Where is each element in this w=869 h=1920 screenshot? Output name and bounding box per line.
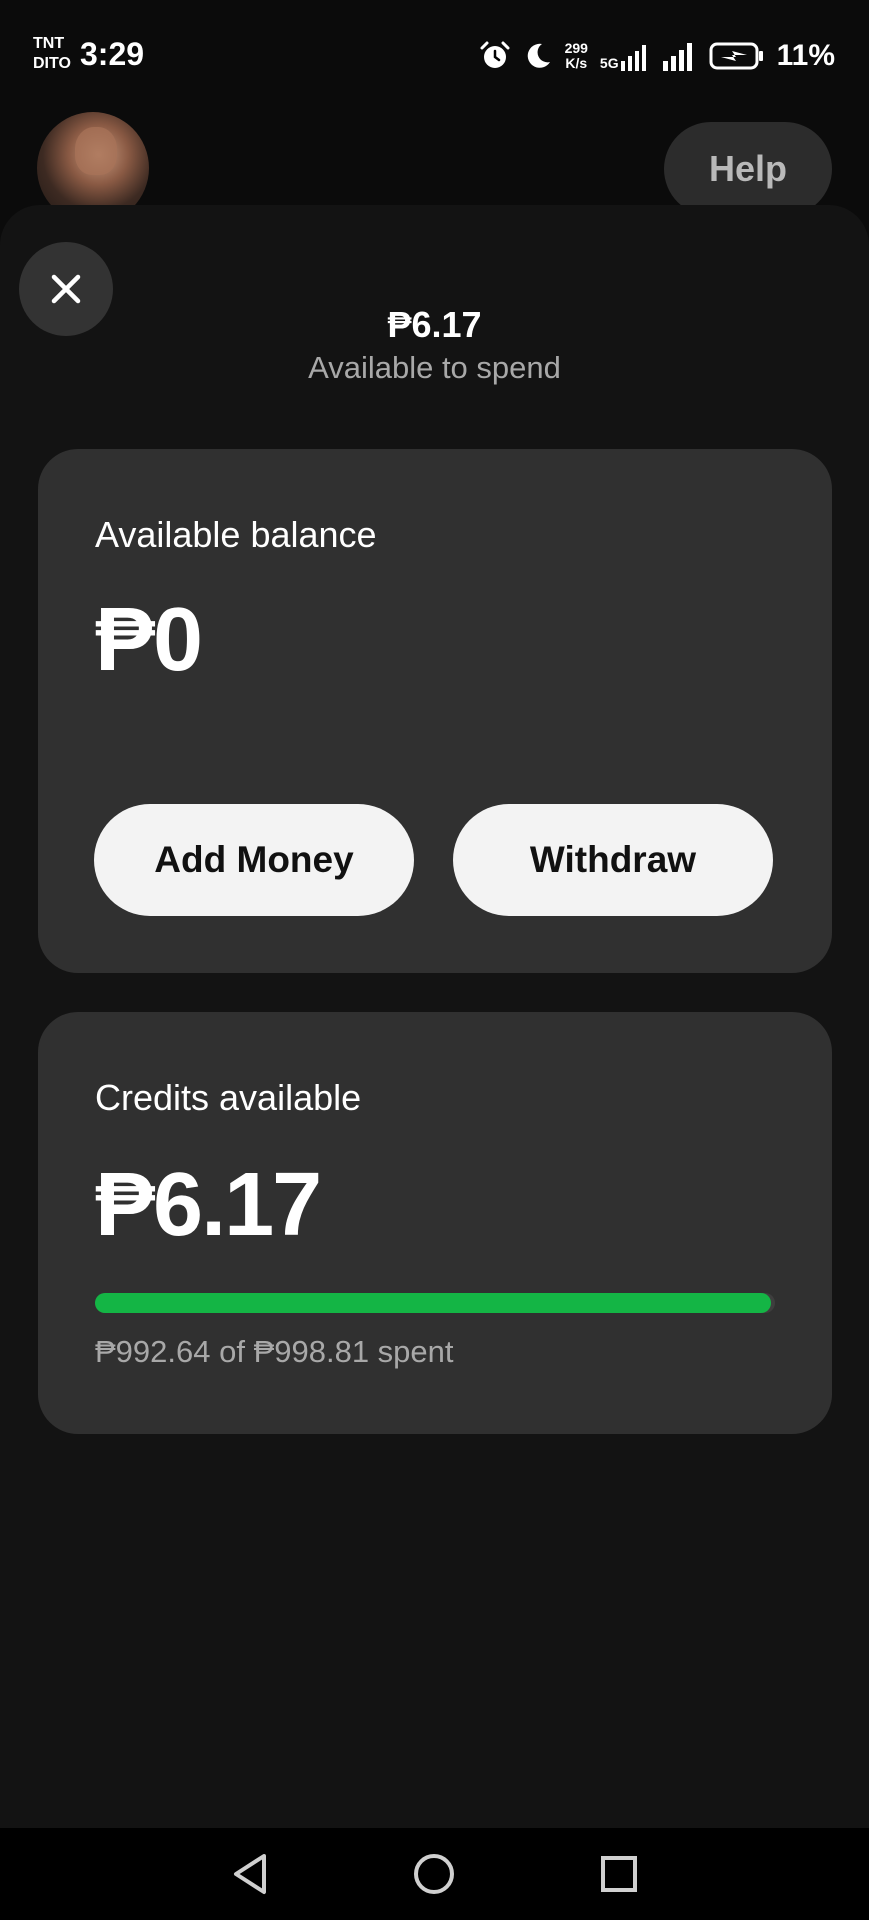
battery-percent: 11% bbox=[776, 39, 835, 72]
carrier-label: TNT DITO bbox=[33, 34, 71, 74]
net-speed: 299 K/s bbox=[565, 41, 588, 71]
net-speed-unit: K/s bbox=[565, 55, 588, 71]
carrier-line-1: TNT bbox=[33, 35, 65, 52]
carrier-line-2: DITO bbox=[33, 55, 71, 72]
status-time: 3:29 bbox=[80, 36, 145, 72]
status-bar: TNT DITO 3:29 299 K/s 5G 11% bbox=[0, 0, 869, 110]
withdraw-button[interactable]: Withdraw bbox=[453, 804, 773, 916]
spendable-amount: ₱6.17 bbox=[387, 304, 482, 345]
close-icon bbox=[51, 274, 81, 304]
spendable-label: Available to spend bbox=[308, 350, 561, 385]
signal-icon bbox=[620, 45, 646, 71]
battery-charging-icon bbox=[709, 42, 763, 70]
credits-progress-fill bbox=[95, 1293, 771, 1313]
status-icons: 299 K/s 5G 11% bbox=[479, 38, 835, 74]
balance-card: Available balance ₱0 Add Money Withdraw bbox=[38, 449, 832, 973]
nav-back-button[interactable] bbox=[220, 1844, 280, 1904]
home-icon bbox=[414, 1854, 454, 1894]
add-money-button[interactable]: Add Money bbox=[94, 804, 414, 916]
credits-progress-bar bbox=[95, 1293, 775, 1313]
nav-recents-button[interactable] bbox=[589, 1844, 649, 1904]
moon-icon bbox=[527, 43, 550, 68]
alarm-icon bbox=[480, 41, 510, 68]
credits-spent-text: ₱992.64 of ₱998.81 spent bbox=[95, 1334, 454, 1369]
screen: TNT DITO 3:29 299 K/s 5G 11% Help ₱6.17 … bbox=[0, 0, 869, 1920]
credits-amount: ₱6.17 bbox=[95, 1155, 322, 1255]
back-icon bbox=[234, 1854, 266, 1894]
system-nav-bar bbox=[0, 1828, 869, 1920]
credits-card: Credits available ₱6.17 ₱992.64 of ₱998.… bbox=[38, 1012, 832, 1434]
balance-card-title: Available balance bbox=[95, 514, 377, 555]
signal-5g: 5G bbox=[600, 41, 651, 71]
net-speed-value: 299 bbox=[564, 40, 588, 56]
balance-amount: ₱0 bbox=[95, 590, 203, 690]
nav-home-button[interactable] bbox=[404, 1844, 464, 1904]
recents-icon bbox=[601, 1856, 637, 1892]
network-type: 5G bbox=[599, 55, 619, 71]
credits-card-title: Credits available bbox=[95, 1077, 362, 1118]
signal-icon bbox=[662, 43, 692, 71]
help-button[interactable]: Help bbox=[664, 122, 832, 216]
